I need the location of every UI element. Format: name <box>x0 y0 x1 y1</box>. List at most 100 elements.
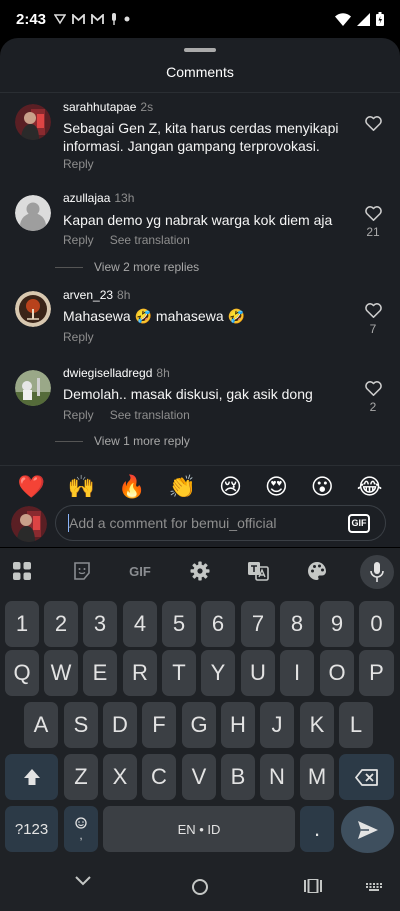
backspace-icon <box>354 768 378 786</box>
key-f[interactable]: F <box>142 702 176 748</box>
gmail-icon <box>72 13 85 24</box>
key-b[interactable]: B <box>221 754 255 800</box>
emoji-fire[interactable]: 🔥 <box>118 474 145 500</box>
translate-icon[interactable] <box>242 556 274 586</box>
apps-grid-icon[interactable] <box>6 556 38 586</box>
reply-divider <box>55 266 83 268</box>
key-r[interactable]: R <box>123 650 157 696</box>
key-d[interactable]: D <box>103 702 137 748</box>
nav-recents-button[interactable] <box>304 879 322 893</box>
avatar[interactable] <box>15 291 51 327</box>
key-n[interactable]: N <box>260 754 294 800</box>
settings-gear-icon[interactable] <box>184 556 216 586</box>
key-q[interactable]: Q <box>5 650 39 696</box>
key-5[interactable]: 5 <box>162 601 196 647</box>
like-count: 2 <box>369 400 377 414</box>
dot-icon <box>124 16 130 22</box>
comment-username[interactable]: sarahhutapae <box>63 100 136 114</box>
emoji-heart-eyes[interactable]: 😍 <box>265 474 288 500</box>
send-icon <box>357 820 378 839</box>
view-more-replies[interactable]: View 2 more replies <box>55 260 199 274</box>
key-z[interactable]: Z <box>64 754 98 800</box>
key-i[interactable]: I <box>280 650 314 696</box>
avatar[interactable] <box>15 370 51 406</box>
key-o[interactable]: O <box>320 650 354 696</box>
key-c[interactable]: C <box>142 754 176 800</box>
my-avatar <box>11 506 47 542</box>
like-button[interactable]: 21 <box>362 206 384 239</box>
emoji-key[interactable]: , <box>64 806 98 852</box>
emoji-crying[interactable]: 😢 <box>219 474 242 500</box>
key-1[interactable]: 1 <box>5 601 39 647</box>
key-x[interactable]: X <box>103 754 137 800</box>
reply-button[interactable]: Reply <box>63 330 94 344</box>
comment-username[interactable]: dwiegiselladregd <box>63 366 152 380</box>
key-e[interactable]: E <box>83 650 117 696</box>
voice-input-button[interactable] <box>360 555 394 589</box>
theme-palette-icon[interactable] <box>301 556 333 586</box>
space-key[interactable]: EN • ID <box>103 806 295 852</box>
key-y[interactable]: Y <box>201 650 235 696</box>
emoji-smile-icon: , <box>75 817 87 841</box>
like-button[interactable]: 2 <box>362 381 384 414</box>
backspace-key[interactable] <box>339 754 394 800</box>
view-more-replies[interactable]: View 1 more reply <box>55 434 190 448</box>
key-0[interactable]: 0 <box>359 601 394 647</box>
comment-username[interactable]: azullajaa <box>63 191 110 205</box>
avatar[interactable] <box>15 104 51 140</box>
reply-button[interactable]: Reply <box>63 408 94 422</box>
key-3[interactable]: 3 <box>83 601 117 647</box>
see-translation-button[interactable]: See translation <box>110 408 190 422</box>
key-u[interactable]: U <box>241 650 275 696</box>
key-6[interactable]: 6 <box>201 601 235 647</box>
like-button[interactable] <box>362 116 384 135</box>
comment-text: Sebagai Gen Z, kita harus cerdas menyika… <box>63 120 339 154</box>
period-key[interactable]: . <box>300 806 334 852</box>
key-m[interactable]: M <box>300 754 334 800</box>
like-button[interactable]: 7 <box>362 303 384 336</box>
key-8[interactable]: 8 <box>280 601 314 647</box>
comment-input[interactable] <box>55 505 386 541</box>
comment-time: 13h <box>114 191 135 205</box>
nav-home-button[interactable] <box>191 878 209 896</box>
emoji-heart[interactable]: ❤️ <box>17 474 44 500</box>
key-9[interactable]: 9 <box>320 601 354 647</box>
emoji-raised-hands[interactable]: 🙌 <box>68 474 95 500</box>
key-p[interactable]: P <box>359 650 394 696</box>
shift-key[interactable] <box>5 754 58 800</box>
gif-tool[interactable]: GIF <box>124 556 156 586</box>
system-nav-bar <box>0 857 400 911</box>
reply-button[interactable]: Reply <box>63 233 94 247</box>
key-j[interactable]: J <box>260 702 294 748</box>
nav-back-button[interactable] <box>74 875 92 887</box>
emoji-laughing[interactable]: 😂 <box>357 474 383 500</box>
key-t[interactable]: T <box>162 650 196 696</box>
notification-icons <box>54 13 130 25</box>
comment-composer: GIF <box>0 501 400 547</box>
key-7[interactable]: 7 <box>241 601 275 647</box>
send-key[interactable] <box>341 806 394 853</box>
gif-button[interactable]: GIF <box>348 514 370 533</box>
signal-icon <box>357 12 370 26</box>
text-caret <box>68 514 69 532</box>
drag-handle[interactable] <box>184 48 216 52</box>
symbols-key[interactable]: ?123 <box>5 806 58 852</box>
key-2[interactable]: 2 <box>44 601 78 647</box>
comment-username[interactable]: arven_23 <box>63 288 113 302</box>
see-translation-button[interactable]: See translation <box>110 233 190 247</box>
emoji-surprised[interactable]: 😮 <box>311 474 334 500</box>
emoji-clap[interactable]: 👏 <box>169 474 196 500</box>
key-v[interactable]: V <box>182 754 216 800</box>
key-k[interactable]: K <box>300 702 334 748</box>
key-l[interactable]: L <box>339 702 373 748</box>
avatar[interactable] <box>15 195 51 231</box>
key-s[interactable]: S <box>64 702 98 748</box>
keyboard-switch-button[interactable] <box>366 883 382 891</box>
sticker-icon[interactable] <box>66 556 98 586</box>
key-h[interactable]: H <box>221 702 255 748</box>
key-4[interactable]: 4 <box>123 601 157 647</box>
key-g[interactable]: G <box>182 702 216 748</box>
key-w[interactable]: W <box>44 650 78 696</box>
reply-button[interactable]: Reply <box>63 157 94 171</box>
key-a[interactable]: A <box>24 702 58 748</box>
